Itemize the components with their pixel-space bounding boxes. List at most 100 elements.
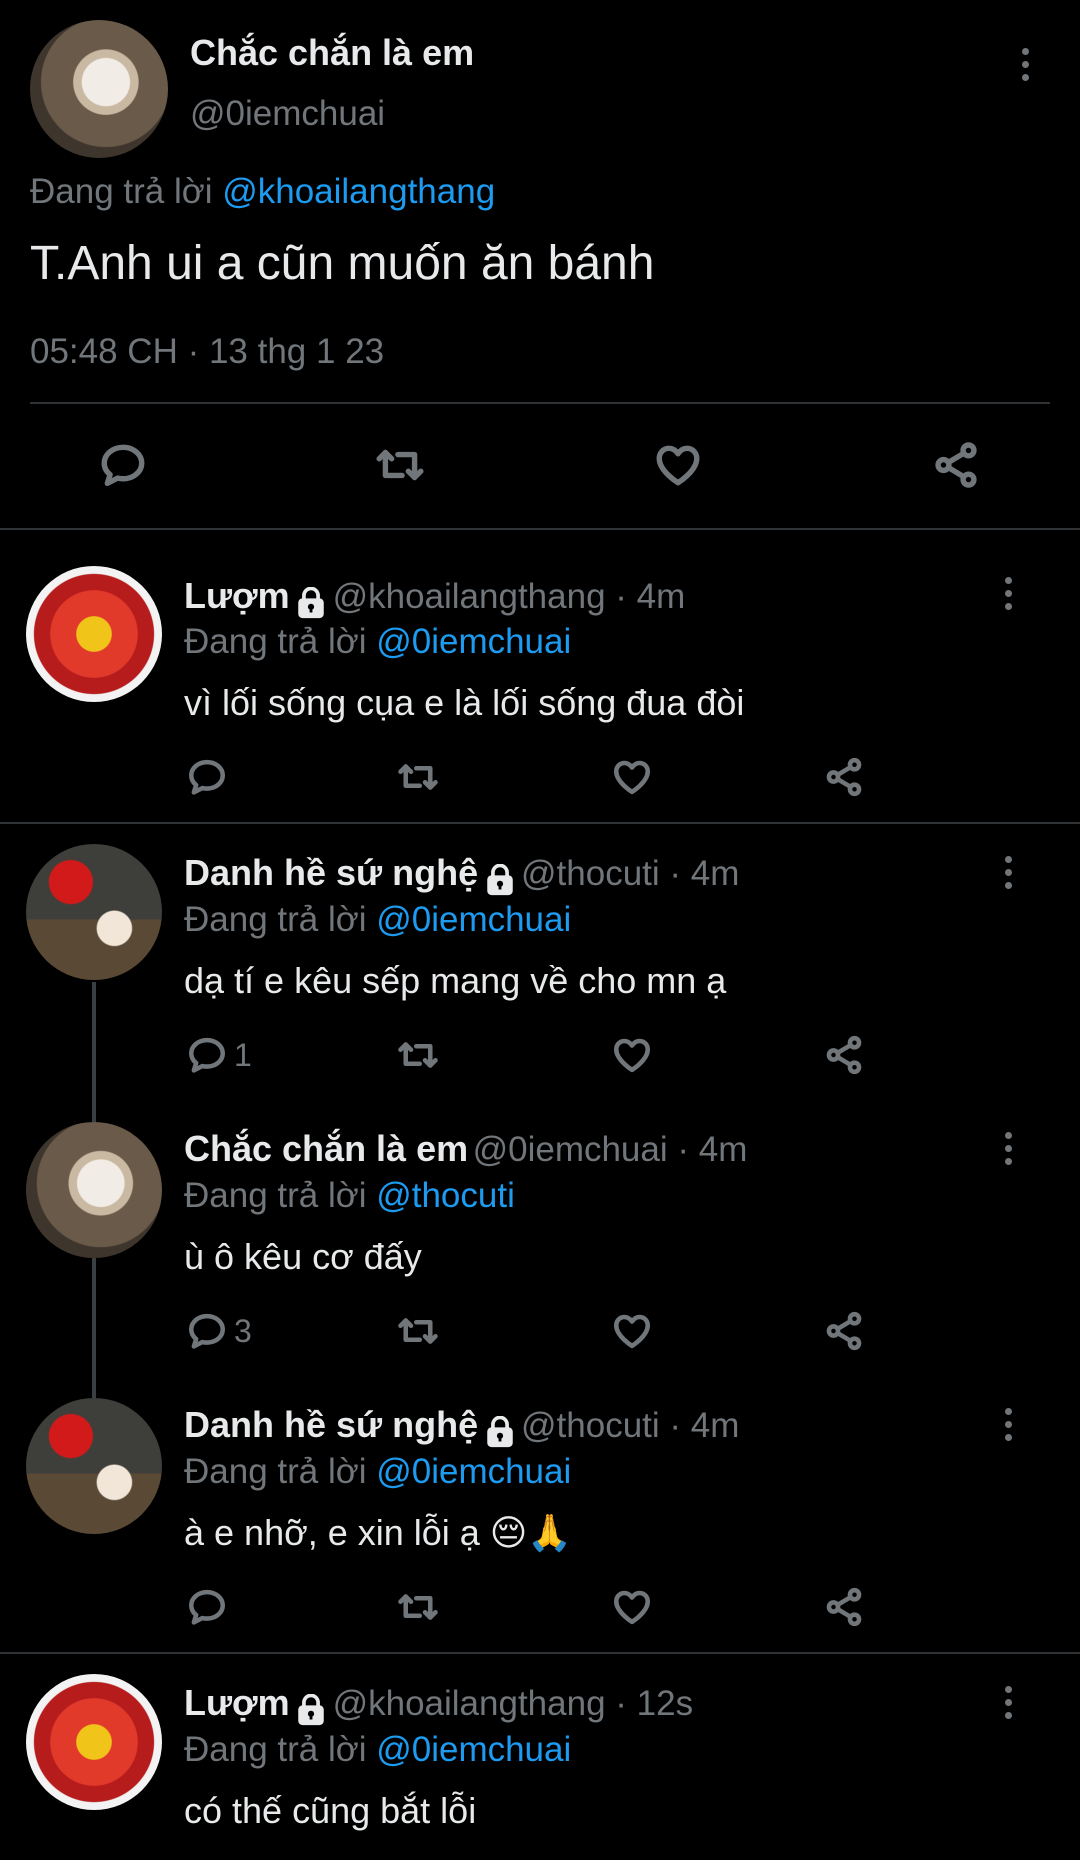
main-tweet-divider — [0, 528, 1080, 530]
replying-to-link[interactable]: @0iemchuai — [376, 1730, 571, 1769]
retweet-button[interactable] — [394, 756, 442, 798]
replying-prefix: Đang trả lời — [184, 1452, 377, 1491]
reply-button[interactable] — [186, 756, 234, 798]
reply-header: Lượm @khoailangthang · 4m — [184, 575, 685, 621]
main-tweet-text: T.Anh ui a cũn muốn ăn bánh — [30, 237, 655, 290]
reply-avatar[interactable] — [26, 566, 162, 702]
reply-author-name[interactable]: Danh hề sứ nghệ — [184, 1404, 478, 1445]
reply-header: Danh hề sứ nghệ @thocuti · 4m — [184, 852, 739, 898]
reply-divider — [0, 822, 1080, 824]
lock-icon — [486, 863, 513, 895]
reply-text: à e nhỡ, e xin lỗi ạ 😔🙏 — [184, 1512, 573, 1553]
share-icon — [826, 757, 862, 797]
main-tweet: Chắc chắn là em @0iemchuai Đang trả lời … — [0, 0, 1080, 530]
replying-to-link[interactable]: @thocuti — [376, 1176, 515, 1215]
retweet-icon — [398, 1594, 438, 1620]
reply-author-handle[interactable]: @0iemchuai — [473, 1130, 668, 1169]
main-stats-divider — [30, 402, 1050, 404]
reply-text: vì lối sống cụa e là lối sống đua đòi — [184, 682, 745, 723]
heart-icon — [613, 1038, 651, 1073]
replying-to-link[interactable]: @0iemchuai — [376, 622, 571, 661]
reply-avatar[interactable] — [26, 1398, 162, 1534]
thread-line — [92, 1258, 96, 1398]
more-vertical-icon[interactable] — [998, 1396, 1018, 1452]
reply-time: · 12s — [605, 1684, 694, 1723]
reply-avatar[interactable] — [26, 844, 162, 980]
more-vertical-icon[interactable] — [998, 565, 1018, 621]
reply-replying-line: Đang trả lời @0iemchuai — [184, 1452, 571, 1492]
reply-time: · 4m — [667, 1130, 748, 1169]
like-button[interactable] — [610, 1310, 654, 1352]
main-avatar[interactable] — [30, 20, 168, 158]
reply-author-name[interactable]: Lượm — [184, 575, 290, 616]
more-vertical-icon[interactable] — [998, 1674, 1018, 1730]
like-button[interactable] — [610, 756, 654, 798]
like-button[interactable] — [610, 1586, 654, 1628]
main-retweet-button[interactable] — [372, 440, 428, 490]
reply-avatar[interactable] — [26, 1674, 162, 1810]
reply-author-handle[interactable]: @thocuti — [521, 1406, 660, 1445]
more-vertical-icon[interactable] — [998, 1120, 1018, 1176]
reply-button[interactable] — [186, 1586, 234, 1628]
replying-prefix: Đang trả lời — [184, 1176, 377, 1215]
lock-icon — [486, 1415, 513, 1447]
reply-icon — [188, 1037, 226, 1073]
main-author-handle[interactable]: @0iemchuai — [190, 94, 385, 134]
main-replying-line: Đang trả lời @khoailangthang — [30, 172, 495, 212]
replying-to-link[interactable]: @0iemchuai — [376, 1452, 571, 1491]
reply-count: 1 — [234, 1036, 252, 1073]
replying-to-link[interactable]: @khoailangthang — [222, 172, 495, 211]
reply-text: có thế cũng bắt lỗi — [184, 1790, 477, 1831]
reply-header: Danh hề sứ nghệ @thocuti · 4m — [184, 1404, 739, 1450]
main-like-button[interactable] — [652, 440, 704, 490]
reply-author-name[interactable]: Danh hề sứ nghệ — [184, 852, 478, 893]
retweet-button[interactable] — [394, 1586, 442, 1628]
heart-icon — [613, 760, 651, 795]
reply-author-handle[interactable]: @thocuti — [521, 854, 660, 893]
retweet-icon — [398, 764, 438, 790]
share-icon — [935, 442, 977, 488]
share-button[interactable] — [822, 1586, 866, 1628]
heart-icon — [656, 445, 700, 486]
retweet-button[interactable] — [394, 1034, 442, 1076]
replying-prefix: Đang trả lời — [184, 900, 377, 939]
replying-to-link[interactable]: @0iemchuai — [376, 900, 571, 939]
main-reply-button[interactable] — [98, 440, 148, 490]
reply-icon — [188, 1589, 226, 1625]
share-button[interactable] — [822, 1034, 866, 1076]
like-button[interactable] — [610, 1034, 654, 1076]
retweet-icon — [398, 1042, 438, 1068]
reply-button[interactable]: 3 — [186, 1310, 252, 1352]
reply-header: Lượm @khoailangthang · 12s — [184, 1682, 693, 1728]
reply-replying-line: Đang trả lời @0iemchuai — [184, 622, 571, 662]
retweet-button[interactable] — [394, 1310, 442, 1352]
main-more-icon[interactable] — [1015, 36, 1035, 92]
reply-author-handle[interactable]: @khoailangthang — [333, 577, 606, 616]
reply-time: · 4m — [605, 577, 686, 616]
reply-icon — [188, 759, 226, 795]
reply-count: 3 — [234, 1312, 252, 1349]
share-button[interactable] — [822, 1310, 866, 1352]
replying-prefix: Đang trả lời — [184, 1730, 377, 1769]
main-share-button[interactable] — [930, 440, 982, 490]
share-icon — [826, 1587, 862, 1627]
more-vertical-icon[interactable] — [998, 844, 1018, 900]
reply-author-name[interactable]: Lượm — [184, 1682, 290, 1723]
reply-text: dạ tí e kêu sếp mang về cho mn ạ — [184, 960, 727, 1001]
reply-icon — [101, 444, 145, 487]
reply-button[interactable]: 1 — [186, 1034, 252, 1076]
thread-line — [92, 982, 96, 1122]
reply-time: · 4m — [659, 854, 740, 893]
share-button[interactable] — [822, 756, 866, 798]
lock-icon — [298, 1693, 324, 1725]
replying-prefix: Đang trả lời — [184, 622, 377, 661]
main-timestamp[interactable]: 05:48 CH · 13 thg 1 23 — [30, 332, 384, 372]
reply-author-handle[interactable]: @khoailangthang — [333, 1684, 606, 1723]
reply-replying-line: Đang trả lời @0iemchuai — [184, 900, 571, 940]
reply-author-name[interactable]: Chắc chắn là em — [184, 1128, 468, 1169]
lock-icon — [298, 586, 324, 618]
main-author-name[interactable]: Chắc chắn là em — [190, 32, 474, 74]
reply-header: Chắc chắn là em @0iemchuai · 4m — [184, 1128, 747, 1170]
reply-divider — [0, 1652, 1080, 1654]
reply-avatar[interactable] — [26, 1122, 162, 1258]
